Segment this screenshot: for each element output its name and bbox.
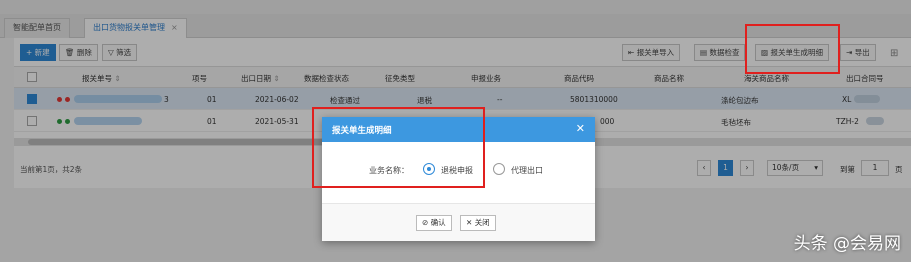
close-icon: ✕ [466, 218, 473, 227]
highlight-box [745, 24, 840, 74]
close-icon[interactable]: ✕ [576, 122, 585, 135]
confirm-button[interactable]: ⊘ 确认 [416, 215, 452, 231]
check-circle-icon: ⊘ [422, 218, 429, 227]
radio-label: 代理出口 [511, 166, 543, 175]
watermark: 头条 @会易网 [793, 234, 901, 254]
highlight-box [312, 107, 485, 188]
radio-agency-export[interactable] [493, 163, 505, 175]
dialog-footer: ⊘ 确认 ✕ 关闭 [322, 203, 595, 241]
close-button[interactable]: ✕ 关闭 [460, 215, 496, 231]
